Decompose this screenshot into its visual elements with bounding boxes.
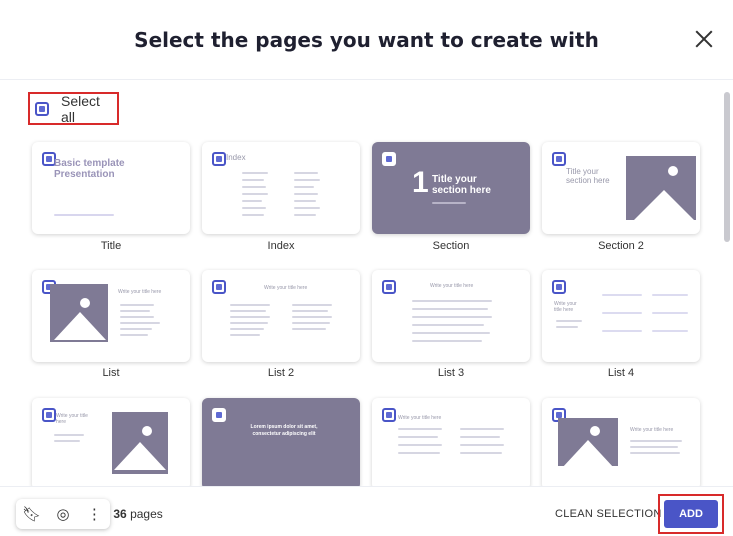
count-value: 36	[113, 507, 127, 521]
page-label: Index	[267, 240, 295, 252]
image-placeholder-icon	[50, 284, 108, 342]
thumb-title: Write your title here	[398, 415, 442, 421]
page-checkbox[interactable]	[382, 280, 396, 294]
thumb-title: Write your title here	[554, 301, 577, 313]
image-placeholder-icon	[558, 418, 618, 466]
clean-selection-button[interactable]: CLEAN SELECTION	[555, 508, 662, 520]
page-checkbox[interactable]	[42, 408, 56, 422]
thumb-title: Write your title here	[56, 413, 88, 425]
page-label: List	[102, 367, 120, 379]
thumb-number: 1	[412, 166, 429, 199]
page-card[interactable]: Write your title here	[372, 398, 530, 490]
thumb-title: Write your title here	[430, 283, 474, 289]
thumb-title: Title your section here	[432, 174, 491, 196]
page-label: Section	[432, 240, 470, 252]
page-label: List 3	[437, 367, 465, 379]
page-card-list-4[interactable]: Write your title here	[542, 270, 700, 362]
count-suffix: pages	[130, 507, 163, 521]
page-checkbox[interactable]	[212, 280, 226, 294]
image-placeholder-icon	[112, 412, 168, 474]
page-card-list-2[interactable]: Write your title here	[202, 270, 360, 362]
thumb-title: Write your title here	[118, 289, 162, 295]
add-button-highlight: ADD	[658, 494, 724, 534]
dialog-footer: add 36 pages 🔖︎ ◎ ⋮ CLEAN SELECTION ADD	[0, 486, 733, 536]
more-icon[interactable]: ⋮	[84, 505, 104, 523]
scrollbar[interactable]	[724, 92, 730, 242]
checkbox-icon[interactable]	[35, 101, 49, 116]
page-label: List 2	[267, 367, 295, 379]
page-checkbox[interactable]	[552, 280, 566, 294]
thumb-title: Lorem ipsum dolor sit amet, consectetur …	[250, 424, 318, 437]
page-card-section[interactable]: 1 Title your section here	[372, 142, 530, 234]
bookmark-icon[interactable]: 🔖︎	[22, 505, 42, 523]
page-card-list-3[interactable]: Write your title here	[372, 270, 530, 362]
page-label: Section 2	[598, 240, 644, 252]
page-checkbox[interactable]	[552, 152, 566, 166]
page-checkbox[interactable]	[382, 152, 396, 166]
floating-toolbar: 🔖︎ ◎ ⋮	[16, 499, 110, 529]
page-card-title[interactable]: Basic template Presentation	[32, 142, 190, 234]
page-checkbox[interactable]	[212, 152, 226, 166]
page-card[interactable]: Write your title here	[542, 398, 700, 490]
thumb-title: Index	[226, 153, 246, 162]
select-all-checkbox[interactable]: Select all	[28, 92, 119, 125]
page-label: List 4	[607, 367, 635, 379]
page-card-list[interactable]: Write your title here	[32, 270, 190, 362]
page-checkbox[interactable]	[382, 408, 396, 422]
thumb-title: Basic template Presentation	[54, 158, 125, 180]
add-button[interactable]: ADD	[664, 500, 718, 528]
dialog-title: Select the pages you want to create with	[134, 27, 599, 52]
page-checkbox[interactable]	[212, 408, 226, 422]
thumb-title: Title your section here	[566, 167, 610, 185]
page-card[interactable]: Lorem ipsum dolor sit amet, consectetur …	[202, 398, 360, 490]
select-all-label: Select all	[61, 92, 100, 125]
thumb-title: Write your title here	[264, 285, 308, 291]
dialog-header: Select the pages you want to create with	[0, 0, 733, 80]
camera-icon[interactable]: ◎	[53, 505, 73, 523]
select-pages-dialog: Select the pages you want to create with…	[0, 0, 733, 536]
image-placeholder-icon	[626, 156, 696, 220]
page-label: Title	[100, 240, 122, 252]
close-icon[interactable]	[693, 28, 715, 50]
page-card[interactable]: Write your title here	[32, 398, 190, 490]
thumb-title: Write your title here	[630, 427, 674, 433]
page-card-index[interactable]: Index	[202, 142, 360, 234]
page-card-section-2[interactable]: Title your section here	[542, 142, 700, 234]
